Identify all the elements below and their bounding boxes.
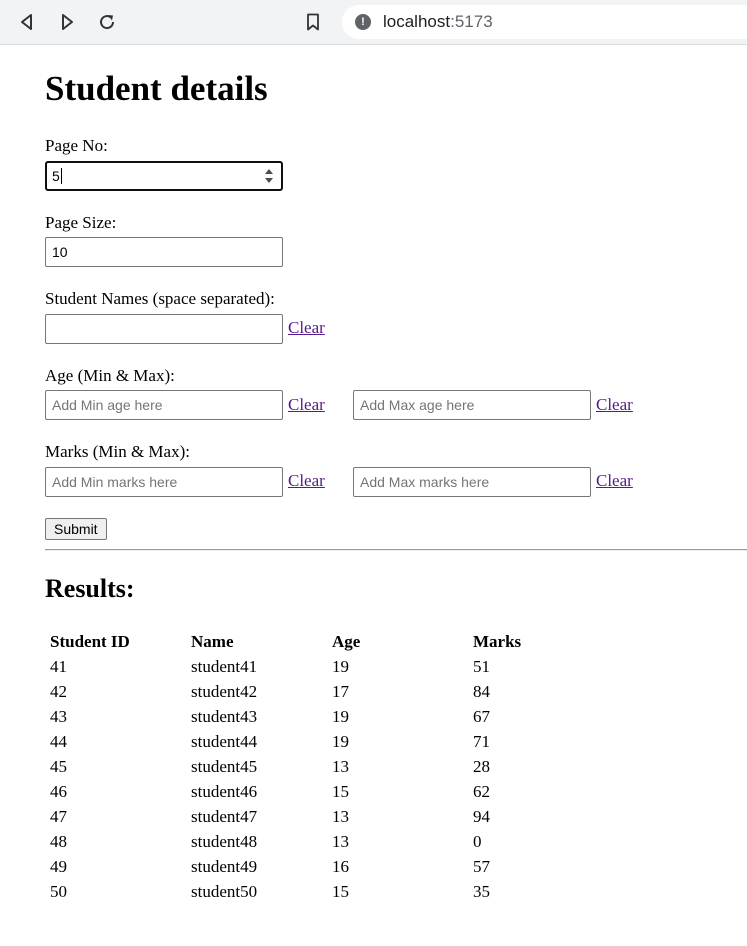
clear-min-marks-link[interactable]: Clear: [288, 471, 325, 491]
student-names-input[interactable]: [45, 314, 283, 344]
cell-marks: 94: [473, 807, 490, 827]
results-table: Student ID Name Age Marks 41 student41 1…: [46, 629, 612, 905]
min-marks-placeholder: Add Min marks here: [52, 474, 178, 490]
back-icon[interactable]: [16, 11, 38, 33]
student-names-label: Student Names (space separated):: [45, 289, 275, 308]
cell-student-id: 48: [50, 832, 67, 852]
cell-age: 17: [332, 681, 349, 701]
cell-marks: 71: [473, 731, 490, 751]
cell-name: student47: [191, 807, 258, 827]
cell-marks: 62: [473, 782, 490, 802]
site-info-icon[interactable]: !: [355, 14, 371, 30]
table-row: 48 student48 13 0: [48, 830, 610, 855]
page-no-value: 5: [52, 168, 60, 184]
table-row: 47 student47 13 94: [48, 805, 610, 830]
cell-age: 19: [332, 706, 349, 726]
cell-name: student46: [191, 782, 258, 802]
min-age-input[interactable]: Add Min age here: [45, 390, 283, 420]
table-row: 46 student46 15 62: [48, 780, 610, 805]
table-row: 50 student50 15 35: [48, 880, 610, 905]
marks-label: Marks (Min & Max):: [45, 442, 190, 461]
min-marks-input[interactable]: Add Min marks here: [45, 467, 283, 497]
cell-name: student43: [191, 706, 258, 726]
cell-name: student49: [191, 857, 258, 877]
page-size-input[interactable]: 10: [45, 237, 283, 267]
url-text: localhost:5173: [383, 12, 493, 31]
cell-marks: 35: [473, 882, 490, 902]
page-size-label: Page Size:: [45, 213, 117, 232]
header-student-id: Student ID: [50, 631, 130, 651]
max-marks-input[interactable]: Add Max marks here: [353, 467, 591, 497]
bookmark-icon[interactable]: [302, 11, 324, 33]
table-row: 42 student42 17 84: [48, 679, 610, 704]
page-no-label: Page No:: [45, 136, 108, 155]
cell-marks: 51: [473, 656, 490, 676]
cell-student-id: 42: [50, 681, 67, 701]
cell-student-id: 50: [50, 882, 67, 902]
cell-student-id: 43: [50, 706, 67, 726]
cell-student-id: 47: [50, 807, 67, 827]
spin-up-icon[interactable]: [264, 169, 273, 174]
cell-age: 15: [332, 882, 349, 902]
text-caret: [60, 168, 62, 184]
cell-marks: 84: [473, 681, 490, 701]
table-row: 45 student45 13 28: [48, 754, 610, 779]
cell-name: student44: [191, 731, 258, 751]
page-title: Student details: [45, 69, 268, 108]
cell-name: student42: [191, 681, 258, 701]
table-row: 43 student43 19 67: [48, 704, 610, 729]
clear-names-link[interactable]: Clear: [288, 318, 325, 338]
page-size-value: 10: [52, 244, 68, 260]
browser-toolbar: ! localhost:5173: [0, 0, 747, 45]
spin-down-icon[interactable]: [264, 178, 273, 183]
clear-max-marks-link[interactable]: Clear: [596, 471, 633, 491]
cell-student-id: 46: [50, 782, 67, 802]
cell-name: student50: [191, 882, 258, 902]
reload-icon[interactable]: [96, 11, 118, 33]
max-age-placeholder: Add Max age here: [360, 397, 475, 413]
clear-min-age-link[interactable]: Clear: [288, 395, 325, 415]
cell-student-id: 44: [50, 731, 67, 751]
cell-age: 13: [332, 807, 349, 827]
cell-marks: 28: [473, 757, 490, 777]
cell-age: 13: [332, 832, 349, 852]
table-header-row: Student ID Name Age Marks: [48, 629, 610, 654]
divider: [45, 549, 747, 551]
cell-age: 19: [332, 731, 349, 751]
forward-icon[interactable]: [56, 11, 78, 33]
page-no-input[interactable]: 5: [45, 161, 283, 191]
cell-marks: 57: [473, 857, 490, 877]
table-row: 49 student49 16 57: [48, 855, 610, 880]
cell-marks: 0: [473, 832, 482, 852]
cell-name: student45: [191, 757, 258, 777]
submit-button[interactable]: Submit: [45, 518, 107, 540]
cell-student-id: 41: [50, 656, 67, 676]
cell-marks: 67: [473, 706, 490, 726]
cell-age: 15: [332, 782, 349, 802]
header-marks: Marks: [473, 631, 522, 651]
header-age: Age: [332, 631, 361, 651]
address-bar[interactable]: ! localhost:5173: [342, 5, 747, 39]
max-age-input[interactable]: Add Max age here: [353, 390, 591, 420]
cell-student-id: 45: [50, 757, 67, 777]
header-name: Name: [191, 631, 234, 651]
results-heading: Results:: [45, 574, 135, 603]
clear-max-age-link[interactable]: Clear: [596, 395, 633, 415]
cell-age: 13: [332, 757, 349, 777]
cell-student-id: 49: [50, 857, 67, 877]
table-row: 44 student44 19 71: [48, 729, 610, 754]
max-marks-placeholder: Add Max marks here: [360, 474, 490, 490]
cell-name: student41: [191, 656, 258, 676]
cell-age: 19: [332, 656, 349, 676]
cell-name: student48: [191, 832, 258, 852]
min-age-placeholder: Add Min age here: [52, 397, 163, 413]
age-label: Age (Min & Max):: [45, 366, 175, 385]
table-row: 41 student41 19 51: [48, 654, 610, 679]
number-spinner[interactable]: [264, 169, 273, 183]
cell-age: 16: [332, 857, 349, 877]
